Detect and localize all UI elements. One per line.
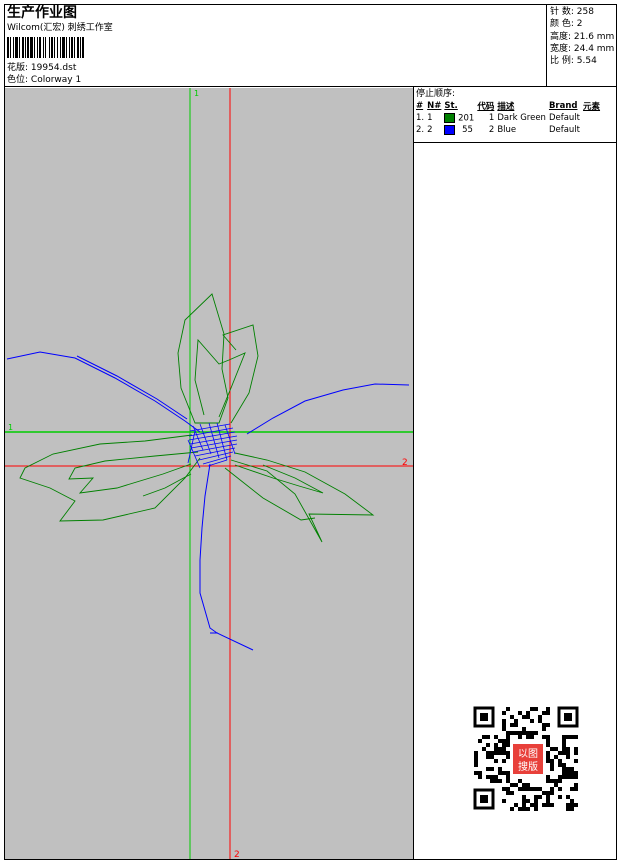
colorway-label: 色位: bbox=[7, 75, 29, 85]
row-brand: Default bbox=[548, 113, 581, 123]
row-needle: 2 bbox=[427, 125, 433, 135]
col-code: 代码 bbox=[477, 102, 495, 112]
leaf-right-low bbox=[224, 467, 316, 521]
leaf-top-right bbox=[222, 324, 259, 424]
row-stitches: 201 bbox=[444, 112, 477, 124]
design-line: 花版: 19954.dst bbox=[7, 62, 537, 74]
row-code: 2 bbox=[488, 125, 495, 135]
qr-stamp-text-2: 搜版 bbox=[518, 760, 538, 773]
stop-sequence-title: 停止顺序: bbox=[416, 89, 456, 99]
design-value: 19954.dst bbox=[30, 63, 77, 73]
axis-label-red-bottom: 2 bbox=[234, 850, 240, 859]
design-canvas: 1 1 2 2 bbox=[5, 88, 413, 859]
table-row: 1. 1 201 1 Dark Green Default bbox=[416, 112, 603, 124]
header-divider bbox=[4, 86, 617, 87]
color-table-header: # N# St. 代码 描述 Brand 元素 bbox=[416, 100, 603, 112]
leaf-left-inner bbox=[68, 451, 199, 494]
color-count: 颜 色: 2 bbox=[550, 19, 583, 30]
row-code: 1 bbox=[488, 113, 495, 123]
row-brand: Default bbox=[548, 125, 581, 135]
col-needle: N# bbox=[427, 101, 442, 111]
color-swatch bbox=[444, 112, 456, 123]
row-desc: Dark Green bbox=[497, 113, 546, 123]
row-element bbox=[583, 124, 603, 136]
color-table: # N# St. 代码 描述 Brand 元素 1. 1 201 1 Dark … bbox=[416, 100, 603, 136]
design-preview: 1 1 2 2 bbox=[5, 88, 413, 859]
leaf-left-vein bbox=[142, 473, 192, 497]
col-stitches: St. bbox=[444, 101, 458, 111]
green-thread-leaves bbox=[19, 293, 375, 543]
axis-label-green-left: 1 bbox=[8, 423, 13, 432]
row-num: 2. bbox=[416, 125, 425, 135]
design-height: 高度: 21.6 mm bbox=[550, 31, 615, 42]
stitch-value: 55 bbox=[462, 125, 473, 136]
stitch-value: 201 bbox=[458, 113, 475, 124]
row-element bbox=[583, 112, 603, 124]
stem-right bbox=[246, 383, 410, 435]
stem-bottom bbox=[199, 463, 254, 651]
header-left: 生产作业图 Wilcom(汇宏) 刺绣工作室 花版: 19954.dst 色位:… bbox=[7, 5, 537, 86]
col-desc: 描述 bbox=[497, 102, 515, 112]
col-num: # bbox=[416, 101, 424, 111]
row-needle: 1 bbox=[427, 113, 433, 123]
col-element: 元素 bbox=[583, 102, 601, 112]
row-num: 1. bbox=[416, 113, 425, 123]
table-row: 2. 2 55 2 Blue Default bbox=[416, 124, 603, 136]
blue-thread-stems bbox=[6, 351, 410, 651]
stop-sequence-panel: 停止顺序: # N# St. 代码 描述 Brand 元素 1. 1 201 1… bbox=[414, 88, 617, 143]
barcode bbox=[7, 37, 84, 58]
stats-panel: 针 数: 258 颜 色: 2 高度: 21.6 mm 宽度: 24.4 mm … bbox=[546, 4, 617, 86]
company-name: Wilcom(汇宏) 刺绣工作室 bbox=[7, 23, 113, 33]
qr-stamp-text: 以图 bbox=[518, 748, 538, 760]
design-width: 宽度: 24.4 mm bbox=[550, 43, 615, 54]
design-label: 花版: bbox=[7, 63, 29, 73]
qr-code: 以图 搜版 bbox=[470, 704, 582, 814]
color-swatch bbox=[444, 124, 456, 135]
page-title: 生产作业图 bbox=[7, 5, 77, 21]
stem-left bbox=[6, 351, 201, 433]
axis-label-green-top: 1 bbox=[194, 89, 199, 98]
row-stitches: 55 bbox=[444, 124, 477, 136]
axis-label-red-right: 2 bbox=[402, 458, 408, 468]
leaf-top-inner bbox=[194, 338, 246, 418]
col-brand: Brand bbox=[548, 101, 578, 111]
colorway-value: Colorway 1 bbox=[30, 75, 82, 85]
leaf-top bbox=[177, 293, 229, 424]
canvas-divider bbox=[413, 87, 414, 860]
leaf-right-inner bbox=[234, 464, 324, 494]
colorway-line: 色位: Colorway 1 bbox=[7, 74, 537, 86]
row-desc: Blue bbox=[497, 125, 517, 135]
design-scale: 比 例: 5.54 bbox=[550, 56, 597, 67]
stitch-count: 针 数: 258 bbox=[550, 7, 594, 17]
leaf-left bbox=[19, 434, 201, 522]
